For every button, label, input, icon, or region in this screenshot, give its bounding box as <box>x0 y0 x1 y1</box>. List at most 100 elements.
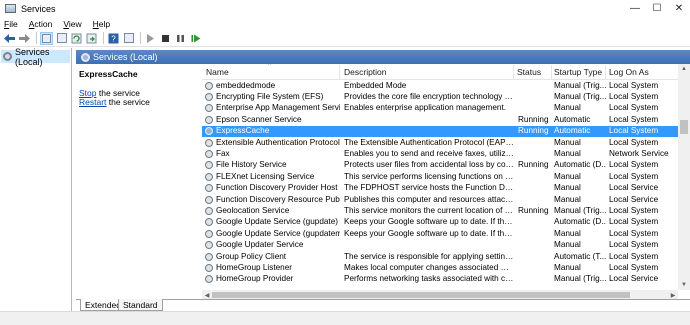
table-row[interactable]: Function Discovery Resource Publica... Pu… <box>202 194 678 205</box>
help-icon[interactable]: ? <box>107 32 120 45</box>
scroll-up-icon[interactable]: ▲ <box>678 64 690 74</box>
cell-description: This service monitors the current locati… <box>344 205 514 215</box>
minimize-button[interactable]: — <box>624 0 646 17</box>
column-divider[interactable] <box>551 65 552 79</box>
view-tabs: Extended Standard <box>76 299 690 311</box>
cell-name: Google Updater Service <box>216 240 304 250</box>
cell-log-on-as: Local System <box>609 171 659 181</box>
maximize-button[interactable]: ☐ <box>646 0 668 17</box>
service-gear-icon <box>205 127 213 136</box>
console-window-icon[interactable] <box>55 32 68 45</box>
vertical-scrollbar[interactable]: ▲ ▼ <box>678 64 690 290</box>
table-row[interactable]: ExpressCache Running Automatic Local System <box>202 125 678 137</box>
toolbar: ? <box>0 30 690 47</box>
table-row[interactable]: Google Update Service (gupdate) Keeps you… <box>202 217 678 228</box>
menu-file[interactable]: File <box>4 19 18 29</box>
table-row[interactable]: Extensible Authentication Protocol The Ex… <box>202 137 678 148</box>
vertical-scroll-thumb[interactable] <box>680 120 688 134</box>
table-row[interactable]: Enterprise App Management Service Enables… <box>202 103 678 114</box>
pane-header: Services (Local) <box>76 50 690 64</box>
back-arrow-icon[interactable] <box>3 32 16 45</box>
export-list-icon[interactable] <box>85 32 98 45</box>
table-row[interactable]: Google Updater Service Manual Local System <box>202 240 678 251</box>
cell-log-on-as: Local Service <box>609 194 659 204</box>
cell-startup-type: Automatic <box>554 114 591 124</box>
column-header-name[interactable]: Name <box>206 67 229 77</box>
cell-name: Epson Scanner Service <box>216 114 302 124</box>
cell-startup-type: Manual (Trig... <box>554 91 606 101</box>
cell-startup-type: Automatic (D... <box>554 217 606 227</box>
cell-log-on-as: Local System <box>609 91 659 101</box>
column-divider[interactable] <box>339 65 340 79</box>
tree-item-services-local[interactable]: Services (Local) <box>1 47 70 67</box>
cell-startup-type: Manual (Trig... <box>554 205 606 215</box>
cell-description: Keeps your Google software up to date. I… <box>344 217 514 227</box>
cell-status: Running <box>518 126 549 136</box>
gear-icon <box>3 52 12 61</box>
cell-log-on-as: Network Service <box>609 148 669 158</box>
cell-startup-type: Automatic (D... <box>554 160 606 170</box>
horizontal-scroll-thumb[interactable] <box>212 292 630 298</box>
tab-standard[interactable]: Standard <box>118 299 163 311</box>
close-button[interactable]: ✕ <box>668 0 690 17</box>
table-row[interactable]: FLEXnet Licensing Service This service pe… <box>202 171 678 182</box>
cell-startup-type: Manual (Trig... <box>554 274 606 284</box>
table-row[interactable]: embeddedmode Embedded Mode Manual (Trig...… <box>202 80 678 91</box>
cell-name: embeddedmode <box>216 80 276 90</box>
table-row[interactable]: Function Discovery Provider Host The FDPH… <box>202 183 678 194</box>
restart-service-icon[interactable] <box>189 32 202 45</box>
pause-service-icon[interactable] <box>174 32 187 45</box>
service-gear-icon <box>205 92 213 101</box>
column-divider[interactable] <box>605 65 606 79</box>
svg-text:?: ? <box>111 34 116 43</box>
services-app-icon <box>5 4 16 13</box>
table-row[interactable]: Encrypting File System (EFS) Provides the… <box>202 91 678 102</box>
menu-help[interactable]: Help <box>93 19 110 29</box>
cell-name: Enterprise App Management Service <box>216 103 340 113</box>
service-gear-icon <box>205 115 213 124</box>
start-service-icon[interactable] <box>144 32 157 45</box>
table-row[interactable]: HomeGroup Provider Performs networking ta… <box>202 274 678 285</box>
column-header-log-on-as[interactable]: Log On As <box>609 67 649 77</box>
menu-view[interactable]: View <box>63 19 81 29</box>
cell-startup-type: Manual <box>554 194 581 204</box>
column-header-description[interactable]: Description <box>344 67 387 77</box>
window-controls: — ☐ ✕ <box>624 0 690 17</box>
cell-startup-type: Manual <box>554 228 581 238</box>
cell-description: Protects user files from accidental loss… <box>344 160 514 170</box>
service-gear-icon <box>205 184 213 193</box>
cell-description: This service performs licensing function… <box>344 171 514 181</box>
cell-status: Running <box>518 160 549 170</box>
services-table: ^ Name Description Status Startup Type L… <box>202 64 690 290</box>
table-row[interactable]: File History Service Protects user files … <box>202 160 678 171</box>
cell-log-on-as: Local System <box>609 205 659 215</box>
service-gear-icon <box>205 206 213 215</box>
table-row[interactable]: Fax Enables you to send and receive faxes… <box>202 148 678 159</box>
table-row[interactable]: Geolocation Service This service monitors… <box>202 205 678 216</box>
column-header-status[interactable]: Status <box>517 67 541 77</box>
table-row[interactable]: Group Policy Client The service is respon… <box>202 251 678 262</box>
forward-arrow-icon[interactable] <box>18 32 31 45</box>
show-console-tree-icon[interactable] <box>40 31 53 45</box>
service-gear-icon <box>205 81 213 90</box>
restart-service-link[interactable]: Restart <box>79 97 106 107</box>
table-row[interactable]: HomeGroup Listener Makes local computer c… <box>202 262 678 273</box>
column-divider[interactable] <box>513 65 514 79</box>
scroll-down-icon[interactable]: ▼ <box>678 280 690 290</box>
table-row[interactable]: Epson Scanner Service Running Automatic Loc… <box>202 114 678 125</box>
table-row[interactable]: Google Update Service (gupdatem) Keeps yo… <box>202 228 678 239</box>
service-detail-pane: ExpressCache Stop the service Restart th… <box>76 64 200 298</box>
cell-log-on-as: Local System <box>609 217 659 227</box>
service-gear-icon <box>205 195 213 204</box>
refresh-icon[interactable] <box>70 32 83 45</box>
service-gear-icon <box>205 161 213 170</box>
menu-action[interactable]: Action <box>29 19 53 29</box>
cell-name: Function Discovery Resource Publica... <box>216 194 340 204</box>
cell-name: Encrypting File System (EFS) <box>216 91 324 101</box>
cell-description: Makes local computer changes associated … <box>344 262 514 272</box>
properties-icon[interactable] <box>122 32 135 45</box>
column-header-startup-type[interactable]: Startup Type <box>554 67 602 77</box>
cell-log-on-as: Local System <box>609 228 659 238</box>
service-gear-icon <box>205 275 213 284</box>
stop-service-icon[interactable] <box>159 32 172 45</box>
